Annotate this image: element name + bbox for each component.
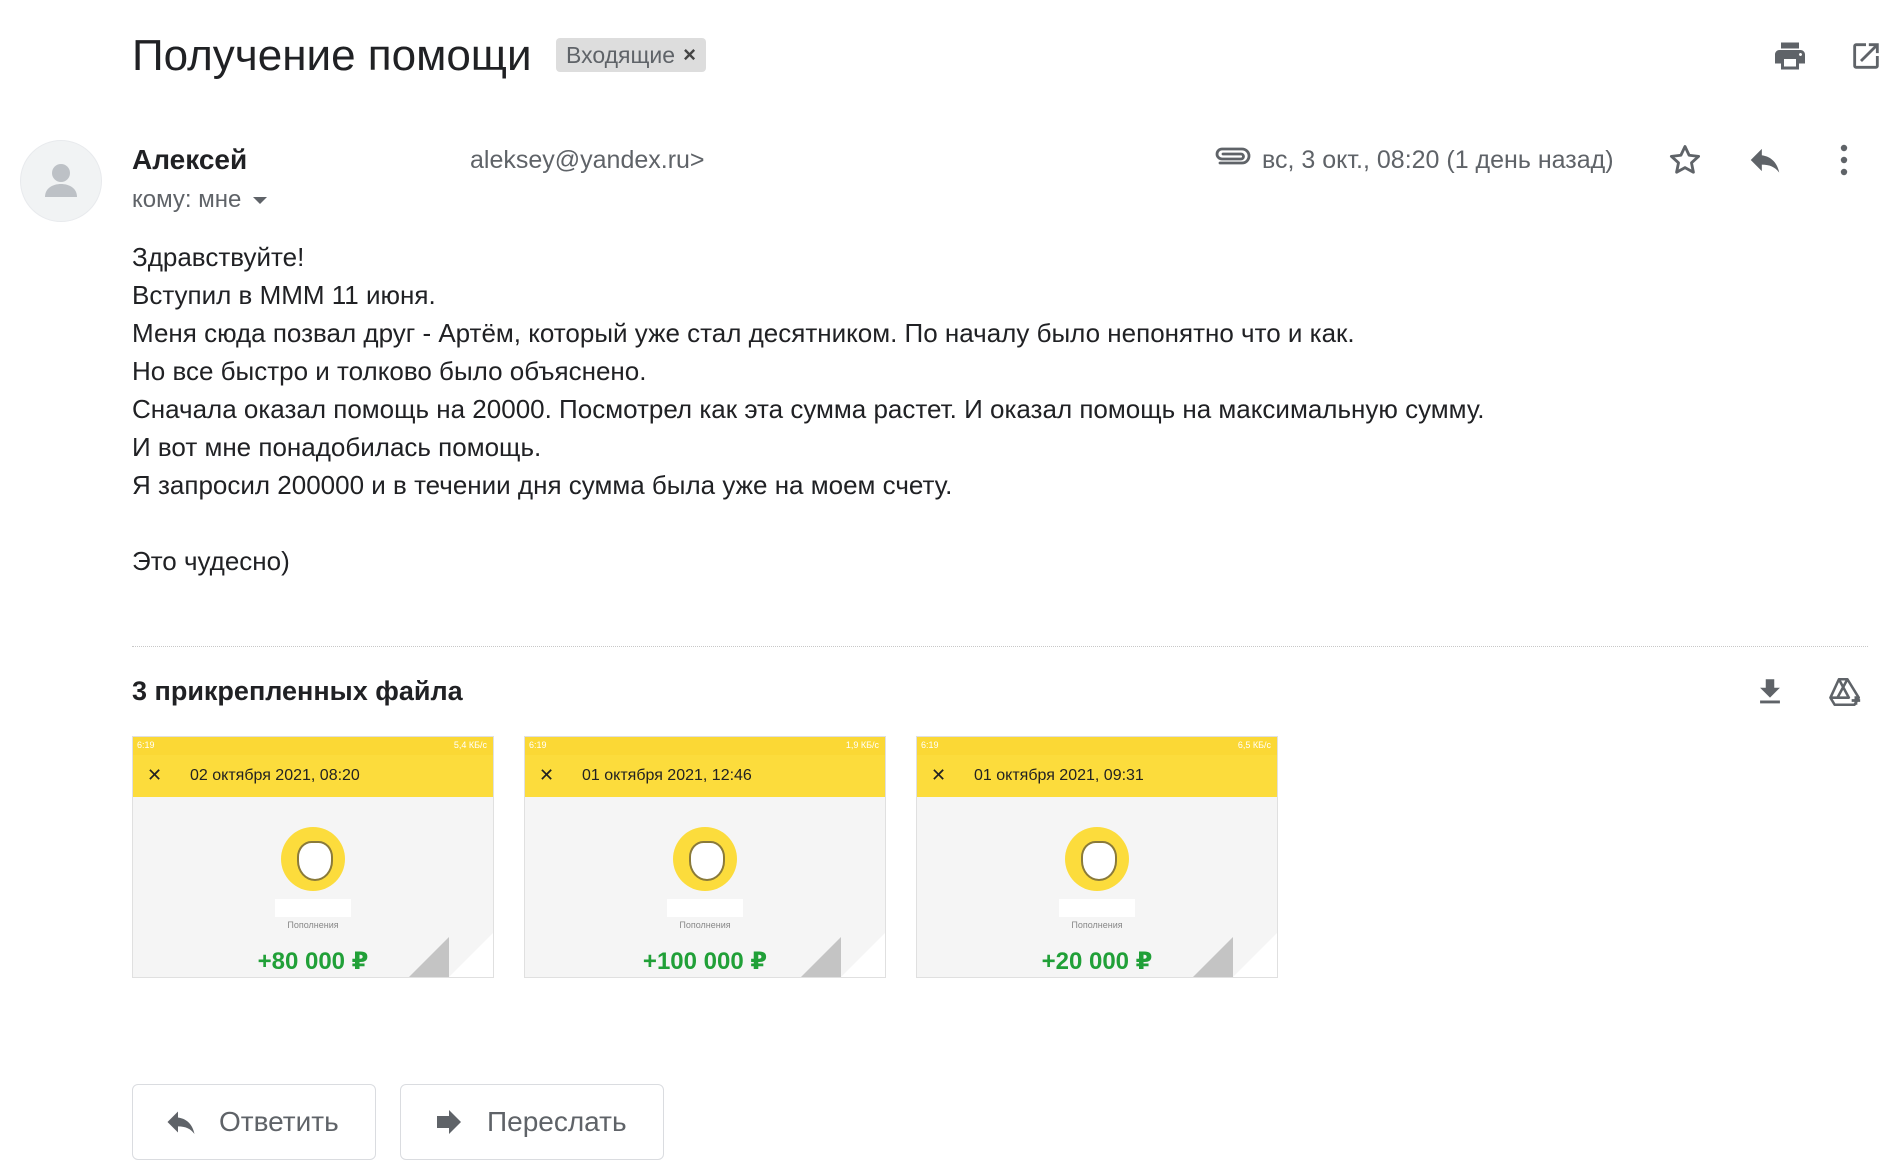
recipients-text: кому: мне [132,186,242,213]
receipt-category: Пополнения [287,920,339,930]
status-time: 6:19 [137,740,155,750]
recipients-toggle[interactable]: кому: мне [132,186,269,214]
page-fold-shadow [1193,937,1233,977]
email-subject: Получение помощи [132,31,532,80]
receipt-date: 02 октября 2021, 08:20 [190,767,360,784]
star-icon[interactable] [1665,140,1705,180]
caret-down-icon [253,197,268,204]
close-icon: ✕ [931,765,947,785]
attachment-clip-icon [1212,142,1252,177]
body-line: Но все быстро и толково было объяснено. [132,356,647,386]
forward-label: Переслать [487,1106,627,1137]
reply-icon [167,1111,195,1134]
forward-button[interactable]: Переслать [400,1084,664,1160]
bank-logo-icon [1065,827,1129,891]
body-line: Здравствуйте! [132,242,305,272]
receipt-category: Пополнения [1071,920,1123,930]
attachments-divider [132,646,1868,647]
print-icon[interactable] [1770,36,1810,76]
status-speed: 6,5 КБ/с [1237,740,1271,750]
message-date: вс, 3 окт., 08:20 (1 день назад) [1262,146,1614,174]
page-fold [449,933,493,977]
close-icon: ✕ [147,765,163,785]
bank-logo-icon [673,827,737,891]
sender-name[interactable]: Алексей [132,144,247,176]
reply-icon[interactable] [1745,140,1785,180]
message-body: Здравствуйте! Вступил в МММ 11 июня. Мен… [132,238,1484,580]
page-fold-shadow [801,937,841,977]
receipt-date: 01 октября 2021, 09:31 [974,767,1144,784]
inbox-label-chip[interactable]: Входящие × [556,38,706,72]
more-options-icon[interactable] [1824,140,1864,180]
label-text: Входящие [566,41,676,68]
status-speed: 1,9 КБ/с [845,740,879,750]
attachments-title: 3 прикрепленных файла [132,676,463,706]
avatar[interactable] [20,140,102,222]
attachment-thumbnail[interactable]: 6:19 5,4 КБ/с ✕ 02 октября 2021, 08:20 П… [132,736,494,978]
body-line: И вот мне понадобилась помощь. [132,432,542,462]
body-line: Сначала оказал помощь на 20000. Посмотре… [132,394,1485,424]
redacted-name [275,899,351,917]
body-line: Меня сюда позвал друг - Артём, который у… [132,318,1355,348]
status-speed: 5,4 КБ/с [453,740,487,750]
page-fold [1233,933,1277,977]
receipt-header: ✕ 02 октября 2021, 08:20 [133,755,493,797]
bank-logo-icon [281,827,345,891]
redacted-name [1059,899,1135,917]
attachment-thumbnail[interactable]: 6:19 1,9 КБ/с ✕ 01 октября 2021, 12:46 П… [524,736,886,978]
save-to-drive-icon[interactable] [1826,672,1866,712]
sender-email: aleksey@yandex.ru> [470,146,705,174]
receipt-header: ✕ 01 октября 2021, 09:31 [917,755,1277,797]
person-icon [45,164,77,197]
receipt-date: 01 октября 2021, 12:46 [582,767,752,784]
phone-status-bar: 6:19 5,4 КБ/с [133,737,493,755]
page-fold [841,933,885,977]
redacted-name [667,899,743,917]
remove-label-icon[interactable]: × [683,42,696,68]
body-line [132,504,1484,542]
page-fold-shadow [409,937,449,977]
body-line: Вступил в МММ 11 июня. [132,280,436,310]
body-line: Я запросил 200000 и в течении дня сумма … [132,470,953,500]
close-icon: ✕ [539,765,555,785]
phone-status-bar: 6:19 6,5 КБ/с [917,737,1277,755]
phone-status-bar: 6:19 1,9 КБ/с [525,737,885,755]
status-time: 6:19 [921,740,939,750]
reply-label: Ответить [219,1106,339,1137]
reply-button[interactable]: Ответить [132,1084,376,1160]
status-time: 6:19 [529,740,547,750]
open-in-new-icon[interactable] [1846,36,1886,76]
receipt-header: ✕ 01 октября 2021, 12:46 [525,755,885,797]
forward-icon [437,1110,461,1134]
receipt-category: Пополнения [679,920,731,930]
body-line: Это чудесно) [132,546,290,576]
attachment-thumbnail[interactable]: 6:19 6,5 КБ/с ✕ 01 октября 2021, 09:31 П… [916,736,1278,978]
download-all-icon[interactable] [1750,672,1790,712]
